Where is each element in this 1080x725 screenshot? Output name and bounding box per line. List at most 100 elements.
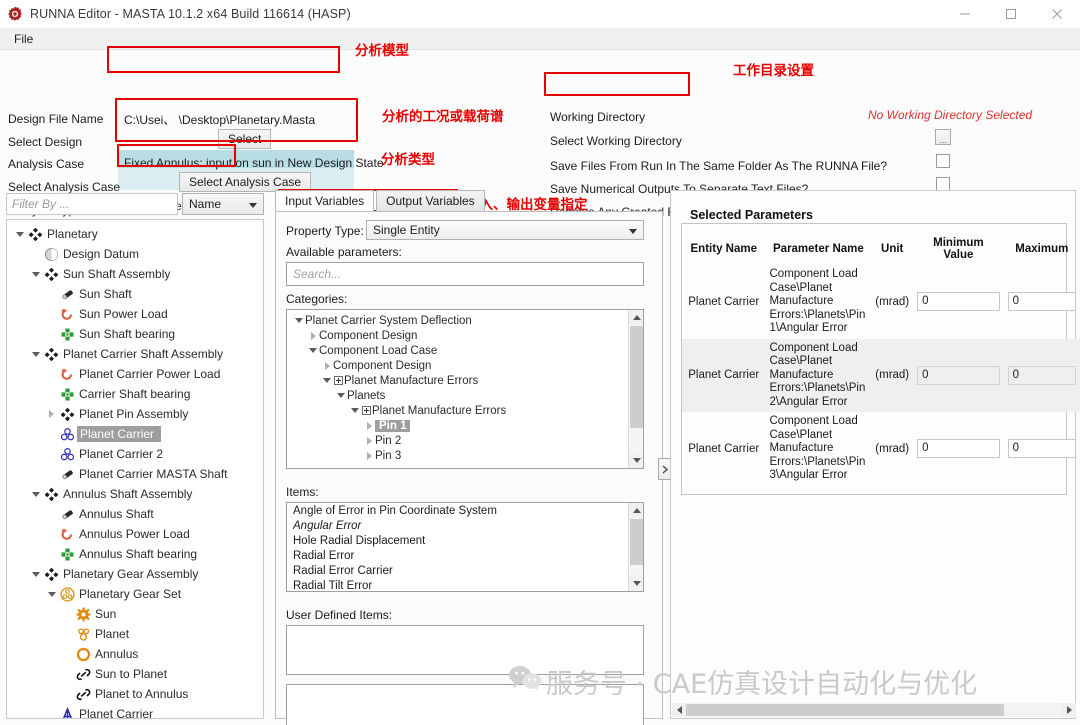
- tree-node[interactable]: Design Datum: [7, 244, 263, 264]
- tree-node[interactable]: Sun Shaft Assembly: [7, 264, 263, 284]
- save-same-folder-checkbox[interactable]: [936, 154, 950, 168]
- minimize-icon[interactable]: [942, 0, 988, 28]
- scroll-up-button[interactable]: [629, 503, 643, 518]
- expander-collapse-icon[interactable]: [321, 378, 333, 383]
- plus-box-icon[interactable]: [333, 376, 344, 385]
- expander-collapse-icon[interactable]: [29, 351, 42, 357]
- expander-expand-icon[interactable]: [363, 421, 375, 430]
- tab-output-variables[interactable]: Output Variables: [376, 190, 485, 212]
- tree-node[interactable]: Planetary Gear Assembly: [7, 564, 263, 584]
- items-list[interactable]: Angle of Error in Pin Coordinate System A…: [286, 502, 644, 592]
- tree-node[interactable]: Annulus Shaft Assembly: [7, 484, 263, 504]
- tree-node[interactable]: Sun Shaft bearing: [7, 324, 263, 344]
- expander-expand-icon[interactable]: [321, 361, 333, 370]
- expander-collapse-icon[interactable]: [29, 491, 42, 497]
- tree-node[interactable]: Planet Carrier Shaft Assembly: [7, 344, 263, 364]
- expander-collapse-icon[interactable]: [29, 271, 42, 277]
- list-item[interactable]: Angular Error: [287, 520, 643, 535]
- expander-expand-icon[interactable]: [363, 436, 375, 445]
- tree-node[interactable]: Planet Carrier: [7, 704, 263, 718]
- tree-node[interactable]: Annulus: [7, 644, 263, 664]
- list-item[interactable]: Hole Radial Displacement: [287, 535, 643, 550]
- list-item[interactable]: Radial Tilt Error: [287, 580, 643, 591]
- scroll-up-button[interactable]: [629, 310, 643, 325]
- minimum-value-input[interactable]: 0: [917, 439, 1000, 459]
- tree-node[interactable]: Planet Carrier Power Load: [7, 364, 263, 384]
- parameter-search-input[interactable]: Search...: [286, 262, 644, 286]
- category-node[interactable]: Planet Manufacture Errors: [289, 373, 643, 388]
- right-horizontal-scrollbar[interactable]: [672, 703, 1076, 717]
- scroll-down-button[interactable]: [629, 576, 643, 591]
- tree-node[interactable]: Planet Carrier MASTA Shaft: [7, 464, 263, 484]
- category-node[interactable]: Component Design: [289, 358, 643, 373]
- category-node[interactable]: Pin 3: [289, 448, 643, 463]
- categories-tree[interactable]: Planet Carrier System Deflection Componen…: [286, 309, 644, 469]
- menu-item-file[interactable]: File: [6, 30, 41, 48]
- select-working-directory-label[interactable]: Select Working Directory: [550, 134, 682, 148]
- maximum-value-input[interactable]: 0: [1007, 439, 1076, 459]
- tree-node[interactable]: Sun Shaft: [7, 284, 263, 304]
- expander-collapse-icon[interactable]: [45, 591, 58, 597]
- category-node[interactable]: Pin 1: [289, 418, 643, 433]
- browse-working-directory-button[interactable]: ...: [935, 129, 951, 145]
- expander-collapse-icon[interactable]: [335, 393, 347, 398]
- tree-node[interactable]: Sun Power Load: [7, 304, 263, 324]
- tree-node[interactable]: Annulus Shaft: [7, 504, 263, 524]
- tab-input-variables[interactable]: Input Variables: [275, 190, 375, 212]
- expander-expand-icon[interactable]: [363, 451, 375, 460]
- close-icon[interactable]: [1034, 0, 1080, 28]
- minimum-value-input[interactable]: 0: [917, 365, 1000, 385]
- tree-node[interactable]: Planet Carrier: [7, 424, 263, 444]
- analysis-case-value[interactable]: Fixed Annulus: input on sun in New Desig…: [124, 156, 384, 170]
- expander-expand-icon[interactable]: [307, 331, 319, 340]
- property-type-combo[interactable]: Single Entity: [366, 220, 644, 240]
- maximum-value-input[interactable]: 0: [1007, 292, 1076, 312]
- tree-node[interactable]: Planetary: [7, 224, 263, 244]
- category-node[interactable]: Planet Carrier System Deflection: [289, 313, 643, 328]
- maximize-icon[interactable]: [988, 0, 1034, 28]
- tree-sort-combo[interactable]: Name: [182, 193, 264, 215]
- tree-node[interactable]: Sun to Planet: [7, 664, 263, 684]
- plus-box-icon[interactable]: [361, 406, 372, 415]
- tree-node[interactable]: Planetary Gear Set: [7, 584, 263, 604]
- tree-node[interactable]: Annulus Shaft bearing: [7, 544, 263, 564]
- tree-node[interactable]: Carrier Shaft bearing: [7, 384, 263, 404]
- select-design-button[interactable]: Select: [218, 129, 272, 149]
- tree-node-label: Annulus Shaft Assembly: [63, 487, 193, 501]
- scroll-right-button[interactable]: [1062, 703, 1076, 717]
- expander-collapse-icon[interactable]: [13, 231, 26, 237]
- tree-node[interactable]: Sun: [7, 604, 263, 624]
- tree-filter-input[interactable]: Filter By ...: [6, 193, 178, 215]
- maximum-value-input[interactable]: 0: [1007, 365, 1076, 385]
- category-node[interactable]: Pin 2: [289, 433, 643, 448]
- minimum-value-input[interactable]: 0: [917, 292, 1000, 312]
- scroll-thumb[interactable]: [630, 519, 643, 565]
- category-node[interactable]: Planet Manufacture Errors: [289, 403, 643, 418]
- tree-node[interactable]: Planet: [7, 624, 263, 644]
- select-analysis-case-button[interactable]: Select Analysis Case: [179, 172, 312, 192]
- scroll-left-button[interactable]: [672, 703, 686, 717]
- category-node[interactable]: Component Load Case: [289, 343, 643, 358]
- items-scrollbar[interactable]: [628, 503, 643, 591]
- expander-collapse-icon[interactable]: [293, 318, 305, 323]
- expander-collapse-icon[interactable]: [349, 408, 361, 413]
- tree-node[interactable]: Planet to Annulus: [7, 684, 263, 704]
- list-item[interactable]: Radial Error Carrier: [287, 565, 643, 580]
- list-item[interactable]: Angle of Error in Pin Coordinate System: [287, 505, 643, 520]
- category-node[interactable]: Component Design: [289, 328, 643, 343]
- design-file-name-value[interactable]: C:\Usei、 \Desktop\Planetary.Masta: [124, 111, 315, 128]
- tree-node[interactable]: Planet Pin Assembly: [7, 404, 263, 424]
- tree-node[interactable]: Annulus Power Load: [7, 524, 263, 544]
- model-tree[interactable]: Planetary Design Datum Sun Shaft Assembly S…: [6, 219, 264, 719]
- category-node[interactable]: Planets: [289, 388, 643, 403]
- expander-expand-icon[interactable]: [45, 410, 58, 418]
- hscroll-thumb[interactable]: [686, 704, 1004, 716]
- list-item[interactable]: Radial Error: [287, 550, 643, 565]
- categories-scrollbar[interactable]: [628, 310, 643, 468]
- scroll-thumb[interactable]: [630, 326, 643, 428]
- scroll-down-button[interactable]: [629, 453, 643, 468]
- expander-collapse-icon[interactable]: [29, 571, 42, 577]
- tree-node[interactable]: Planet Carrier 2: [7, 444, 263, 464]
- expander-collapse-icon[interactable]: [307, 348, 319, 353]
- save-numerical-checkbox[interactable]: [936, 177, 950, 191]
